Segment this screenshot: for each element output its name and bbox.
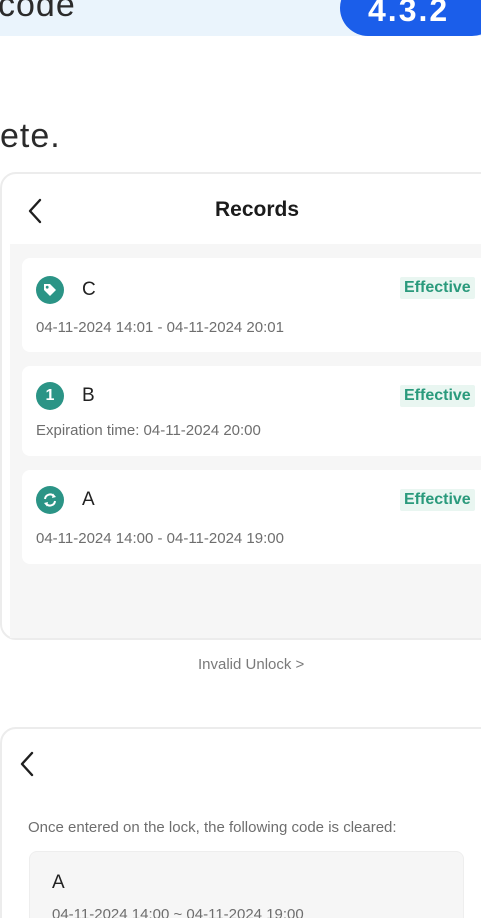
record-item-a[interactable]: A Effective 04-11-2024 14:00 - 04-11-202… (22, 470, 481, 564)
record-name: B (82, 385, 95, 406)
records-title: Records (214, 198, 300, 221)
version-text: 4.3.2 (368, 0, 450, 28)
status-badge: Effective (400, 385, 475, 407)
partial-text: ete. (0, 117, 61, 155)
record-name: A (82, 489, 95, 510)
tag-icon (36, 276, 64, 304)
screen: code 4.3.2 ete. Records C Effective 04-1… (0, 0, 481, 918)
record-item-b[interactable]: 1 B Effective Expiration time: 04-11-202… (22, 366, 481, 456)
records-list: C Effective 04-11-2024 14:01 - 04-11-202… (10, 244, 481, 673)
cycle-icon (36, 486, 64, 514)
header-strip: code 4.3.2 (0, 0, 481, 36)
one-time-icon: 1 (36, 382, 64, 410)
chevron-left-icon (20, 751, 34, 777)
clear-description: Once entered on the lock, the following … (28, 819, 397, 836)
records-card: Records C Effective 04-11-2024 14:01 - 0… (0, 172, 481, 673)
one-time-icon-text: 1 (45, 387, 55, 404)
status-badge: Effective (400, 277, 475, 299)
cleared-code-name: A (52, 872, 65, 893)
record-expiration: Expiration time: 04-11-2024 20:00 (36, 422, 261, 439)
cleared-code-box: A 04-11-2024 14:00 ~ 04-11-2024 19:00 (29, 851, 464, 918)
record-time-range: 04-11-2024 14:01 - 04-11-2024 20:01 (36, 319, 284, 336)
record-name: C (82, 279, 96, 300)
record-item-c[interactable]: C Effective 04-11-2024 14:01 - 04-11-202… (22, 258, 481, 352)
invalid-unlock-link[interactable]: Invalid Unlock > (198, 656, 304, 673)
header-partial-title: code (0, 0, 76, 24)
clear-code-card: Once entered on the lock, the following … (0, 727, 481, 918)
clear-back-button[interactable] (12, 749, 42, 779)
cleared-code-time: 04-11-2024 14:00 ~ 04-11-2024 19:00 (52, 906, 304, 918)
status-badge: Effective (400, 489, 475, 511)
version-badge: 4.3.2 (340, 0, 481, 36)
record-time-range: 04-11-2024 14:00 - 04-11-2024 19:00 (36, 530, 284, 547)
